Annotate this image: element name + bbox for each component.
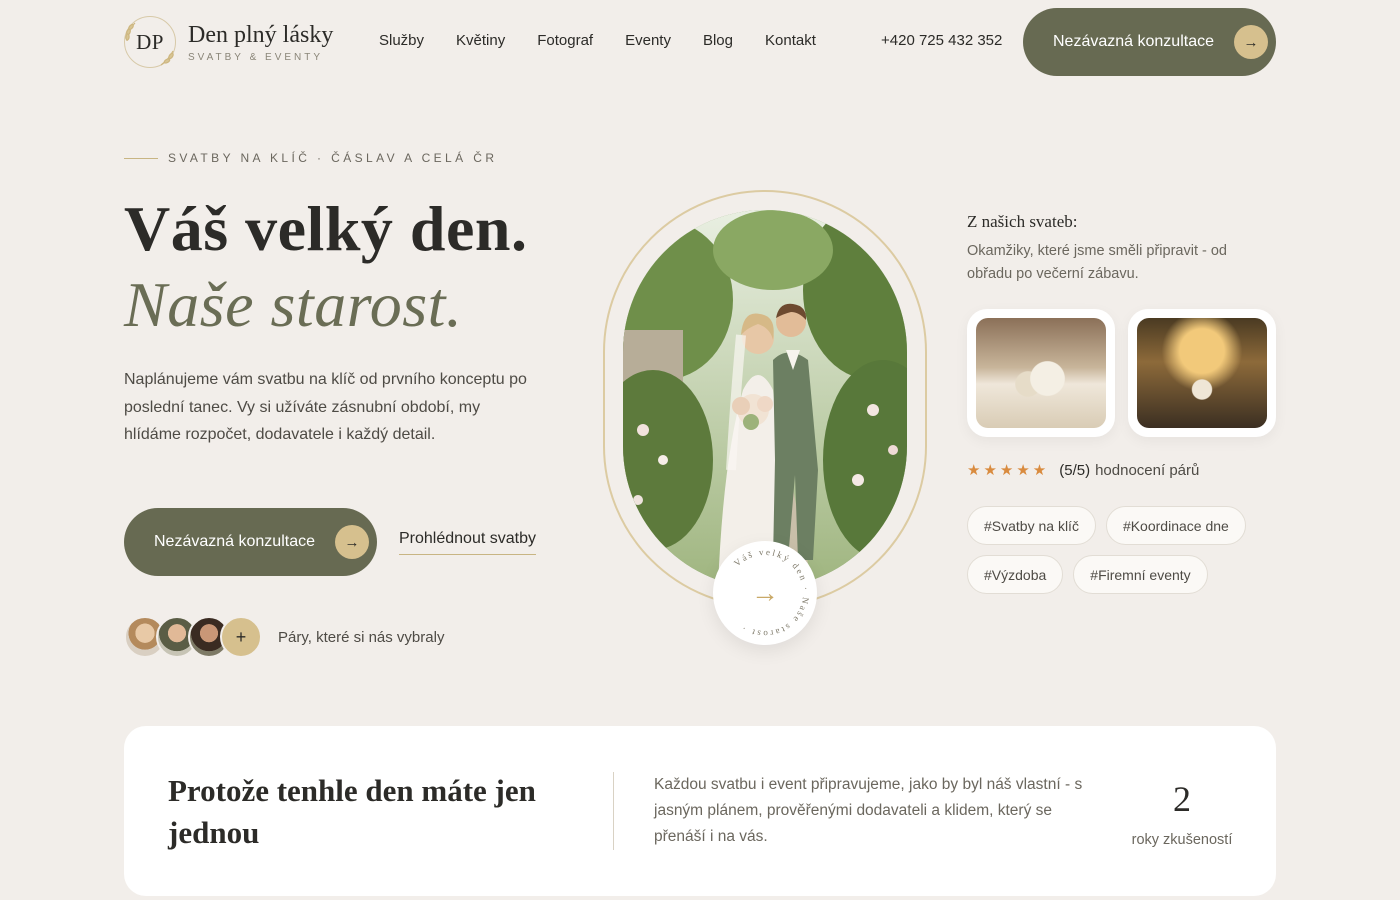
gallery-thumb-table[interactable] (967, 309, 1115, 437)
rating-label: hodnocení párů (1095, 461, 1200, 479)
nav-item-kvetiny[interactable]: Květiny (456, 32, 505, 49)
eyebrow-divider (124, 157, 158, 159)
tag-svatby-na-klic[interactable]: #Svatby na klíč (967, 506, 1096, 545)
experience-value: 2 (1173, 779, 1191, 819)
intro-divider (613, 772, 614, 850)
avatars-label: Páry, které si nás vybraly (278, 629, 445, 646)
hero-eyebrow: SVATBY NA KLÍČ · ČÁSLAV A CELÁ ČR (124, 151, 497, 165)
brand-name: Den plný lásky (188, 21, 334, 48)
eyebrow-text: SVATBY NA KLÍČ · ČÁSLAV A CELÁ ČR (168, 151, 498, 165)
rating-value: (5/5) (1059, 461, 1091, 479)
first-dance-image (1137, 318, 1267, 428)
intro-text: Každou svatbu i event připravujeme, jako… (654, 776, 1083, 845)
hero-title-line2: Naše starost. (124, 269, 463, 340)
tag-koordinace-dne[interactable]: #Koordinace dne (1105, 506, 1246, 545)
logo[interactable]: DP Den plný lásky SVATBY & EVENTY (124, 16, 333, 68)
gallery-title: Z našich svateb: (967, 212, 1078, 231)
hero-photo (623, 210, 907, 588)
phone-link[interactable]: +420 725 432 352 (881, 32, 1002, 49)
hero-consultation-button[interactable]: Nezávazná konzultace → (124, 508, 377, 576)
couple-photo-illustration (623, 210, 907, 588)
star-icon: ★★★★★ (967, 462, 1050, 479)
intro-card: Protože tenhle den máte jen jednou Každo… (124, 726, 1276, 896)
hero-consultation-label: Nezávazná konzultace (154, 533, 315, 550)
laurel-icon (125, 22, 174, 66)
nav-item-sluzby[interactable]: Služby (379, 32, 424, 49)
gallery-description: Okamžiky, které jsme směli připravit - o… (967, 243, 1227, 282)
gallery-thumb-dance[interactable] (1128, 309, 1276, 437)
experience-label: roky zkušeností (1131, 832, 1233, 848)
brand-tagline: SVATBY & EVENTY (188, 51, 324, 63)
plus-icon[interactable]: + (220, 616, 262, 658)
nav-item-kontakt[interactable]: Kontakt (765, 32, 816, 49)
header-consultation-button[interactable]: Nezávazná konzultace → (1023, 8, 1276, 76)
arrow-right-icon: → (751, 577, 779, 608)
main-nav: Služby Květiny Fotograf Eventy Blog Kont… (379, 32, 848, 49)
hero-lead: Naplánujeme vám svatbu na klíč od prvníh… (124, 371, 527, 443)
table-decoration-image (976, 318, 1106, 428)
rating: ★★★★★ (5/5) hodnocení párů (967, 461, 1200, 480)
tag-firemni-eventy[interactable]: #Firemní eventy (1073, 555, 1208, 594)
header-consultation-label: Nezávazná konzultace (1053, 33, 1214, 50)
arrow-right-icon: → (335, 525, 369, 559)
hero-title-line1: Váš velký den. (124, 193, 528, 264)
tag-list: #Svatby na klíč #Koordinace dne #Výzdoba… (967, 506, 1277, 594)
nav-item-eventy[interactable]: Eventy (625, 32, 671, 49)
intro-title: Protože tenhle den máte jen jednou (168, 773, 536, 850)
couples-avatars: + (124, 616, 262, 658)
view-weddings-link[interactable]: Prohlédnout svatby (399, 530, 536, 555)
nav-item-fotograf[interactable]: Fotograf (537, 32, 593, 49)
logo-monogram: DP (124, 16, 176, 68)
arrow-right-icon: → (1234, 25, 1268, 59)
nav-item-blog[interactable]: Blog (703, 32, 733, 49)
scroll-badge-button[interactable]: Váš velký den · Naše starost · → (713, 541, 817, 645)
tag-vyzdoba[interactable]: #Výzdoba (967, 555, 1064, 594)
